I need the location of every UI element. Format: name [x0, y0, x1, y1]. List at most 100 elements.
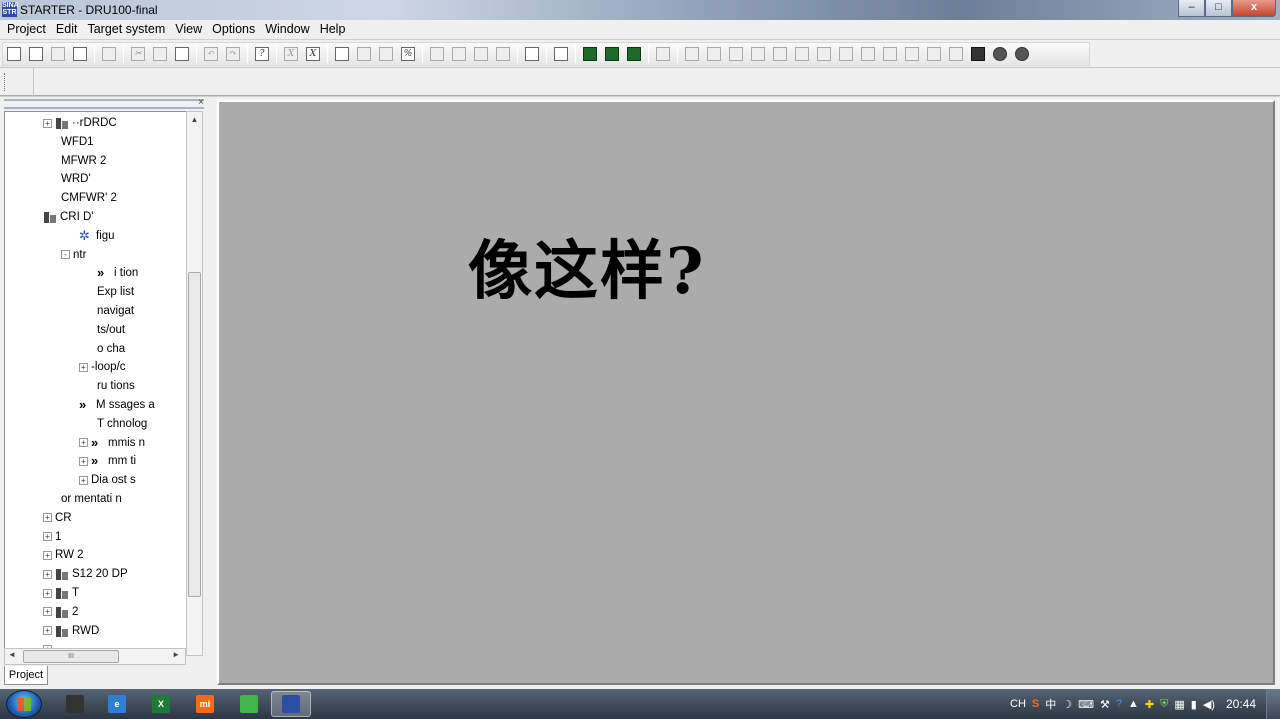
save-button[interactable] — [48, 44, 68, 64]
tree-item[interactable]: MFWR 2 — [61, 152, 106, 170]
tree-item[interactable]: CMFWR' 2 — [61, 189, 117, 207]
dcc-6-button[interactable] — [792, 44, 812, 64]
language-indicator[interactable]: CH — [1010, 698, 1026, 710]
restore-button[interactable] — [493, 44, 513, 64]
shield-icon[interactable]: ⛨ — [1160, 698, 1168, 711]
minimize-button[interactable]: – — [1178, 0, 1205, 17]
upload-button[interactable] — [449, 44, 469, 64]
tree-item[interactable]: + T — [43, 584, 79, 602]
menu-help[interactable]: Help — [315, 20, 351, 39]
expand-icon[interactable]: + — [43, 607, 52, 617]
copy-button[interactable] — [150, 44, 170, 64]
tree-item[interactable]: ✲ figu — [79, 227, 115, 245]
save-compile-button[interactable] — [70, 44, 90, 64]
online-offline-button[interactable]: % — [398, 44, 418, 64]
tree-item[interactable]: + -loop/c — [79, 358, 126, 376]
tree-item[interactable]: + RWD — [43, 622, 99, 640]
mi-taskbar-button[interactable]: mi — [185, 691, 225, 717]
tab-project[interactable]: Project — [4, 666, 48, 685]
tree-item[interactable]: - ntr — [61, 246, 86, 264]
circle2-button[interactable] — [1012, 44, 1032, 64]
expand-icon[interactable]: + — [79, 362, 88, 372]
square-button[interactable] — [968, 44, 988, 64]
tree-item[interactable]: ru tions — [97, 377, 135, 395]
expand-icon[interactable]: + — [79, 438, 88, 448]
open-button[interactable] — [26, 44, 46, 64]
cut-button[interactable]: ✂ — [128, 44, 148, 64]
expand-icon[interactable]: + — [43, 532, 52, 542]
wrench-icon[interactable]: ⚒ — [1100, 698, 1110, 711]
dcc-9-button[interactable] — [858, 44, 878, 64]
tree-item[interactable]: T chnolog — [97, 415, 147, 433]
tree-item[interactable]: + S12 20 DP — [43, 565, 128, 583]
moon-icon[interactable]: ☽ — [1062, 698, 1072, 711]
network-icon[interactable]: ▦ — [1174, 698, 1184, 711]
paste-button[interactable] — [172, 44, 192, 64]
expand-icon[interactable]: + — [79, 456, 88, 466]
tree-vertical-scrollbar[interactable]: ▲ — [186, 111, 203, 656]
load-cpu-button[interactable] — [354, 44, 374, 64]
trace-button[interactable] — [580, 44, 600, 64]
panel-close-icon[interactable]: × — [198, 97, 204, 108]
function-gen-button[interactable] — [602, 44, 622, 64]
close-button[interactable]: x — [1232, 0, 1276, 17]
scroll-right-icon[interactable]: ► — [172, 650, 180, 659]
tree-item[interactable]: WFD1 — [61, 133, 94, 151]
dcc-2-button[interactable] — [704, 44, 724, 64]
dcc-10-button[interactable] — [880, 44, 900, 64]
menu-view[interactable]: View — [170, 20, 207, 39]
scroll-up-icon[interactable]: ▲ — [187, 112, 202, 128]
dcc-1-button[interactable] — [682, 44, 702, 64]
expand-icon[interactable]: + — [43, 550, 52, 560]
expand-icon[interactable]: + — [79, 475, 88, 485]
dcc-13-button[interactable] — [946, 44, 966, 64]
expand-icon[interactable]: + — [43, 588, 52, 598]
maximize-button[interactable]: □ — [1205, 0, 1232, 17]
print-button[interactable] — [99, 44, 119, 64]
tree-horizontal-scrollbar[interactable]: ◄ III ► — [4, 648, 186, 665]
start-button[interactable] — [6, 690, 42, 718]
new-button[interactable] — [4, 44, 24, 64]
dcc-7-button[interactable] — [814, 44, 834, 64]
plus-icon[interactable]: ✚ — [1145, 698, 1154, 711]
block-button[interactable] — [653, 44, 673, 64]
help-button[interactable]: ? — [252, 44, 272, 64]
toolbar-grip[interactable] — [4, 73, 7, 91]
tree-item[interactable]: + RW 2 — [43, 546, 84, 564]
circle-button[interactable] — [990, 44, 1010, 64]
collapse-icon[interactable]: - — [61, 250, 70, 260]
tree-item[interactable]: +» mm ti — [79, 452, 136, 470]
accessible-nodes-button[interactable] — [551, 44, 571, 64]
tree-item[interactable]: WRD' — [61, 170, 91, 188]
tree-item[interactable]: o cha — [97, 340, 125, 358]
signal-icon[interactable]: ▮ — [1191, 698, 1197, 711]
redo-button[interactable]: ↷ — [223, 44, 243, 64]
expand-icon[interactable]: + — [43, 626, 52, 636]
clock[interactable]: 20:44 — [1226, 697, 1256, 711]
menu-edit[interactable]: Edit — [51, 20, 83, 39]
tree-item[interactable]: Exp list — [97, 283, 134, 301]
show-desktop-button[interactable] — [1266, 689, 1280, 719]
expand-icon[interactable]: + — [43, 118, 52, 128]
menu-target-system[interactable]: Target system — [82, 20, 170, 39]
menu-project[interactable]: Project — [2, 20, 51, 39]
ie-taskbar-button[interactable]: e — [97, 691, 137, 717]
tree-item[interactable]: or mentati n — [61, 490, 122, 508]
scroll-thumb[interactable] — [188, 272, 201, 597]
help-tray-icon[interactable]: ? — [1116, 698, 1122, 710]
tree-item[interactable]: + ··rDRDC — [43, 114, 117, 132]
subscript-x1-button[interactable]: X — [281, 44, 301, 64]
tree-item[interactable]: CRI D' — [43, 208, 94, 226]
keyboard-icon[interactable]: ⌨ — [1078, 698, 1094, 711]
menu-options[interactable]: Options — [207, 20, 260, 39]
tree-item[interactable]: + Dia ost s — [79, 471, 136, 489]
device-config-button[interactable] — [522, 44, 542, 64]
dcc-8-button[interactable] — [836, 44, 856, 64]
subscript-xe-button[interactable]: X — [303, 44, 323, 64]
measure-button[interactable] — [624, 44, 644, 64]
wechat-taskbar-button[interactable] — [229, 691, 269, 717]
app-icon[interactable]: SINA STR — [2, 2, 19, 17]
tree-item[interactable]: ts/out — [97, 321, 125, 339]
sogou-icon[interactable]: S — [1032, 698, 1039, 710]
tree-item[interactable]: » i tion — [97, 264, 138, 282]
